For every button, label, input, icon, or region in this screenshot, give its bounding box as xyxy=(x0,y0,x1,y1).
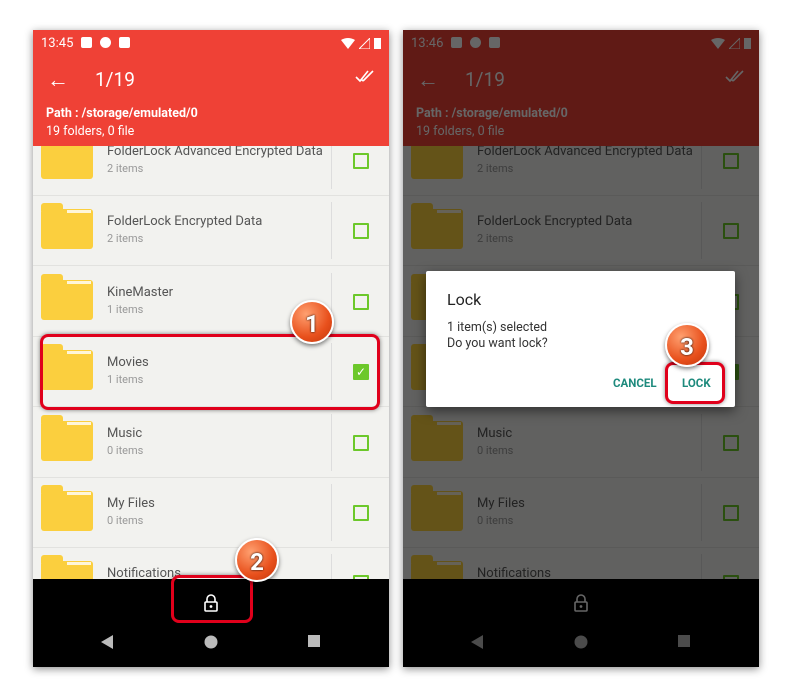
folder-icon xyxy=(41,203,93,250)
back-arrow-icon[interactable]: ← xyxy=(47,67,69,93)
folder-row[interactable]: FolderLock Advanced Encrypted Data 2 ite… xyxy=(33,146,389,196)
step-badge-1: 1 xyxy=(290,300,334,344)
nav-recents-icon[interactable] xyxy=(308,635,320,647)
folder-item-count: 2 items xyxy=(107,162,144,175)
path-text: Path : /storage/emulated/0 xyxy=(46,106,198,121)
toolbar: ← 1/19 xyxy=(33,56,389,102)
highlight-movies-row xyxy=(40,334,380,410)
checkbox[interactable] xyxy=(353,153,369,169)
folder-icon xyxy=(41,146,93,179)
selection-count: 1/19 xyxy=(95,68,135,91)
notification-icons xyxy=(81,37,130,48)
signal-icon xyxy=(359,37,370,49)
folder-row[interactable]: My Files 0 items xyxy=(33,478,389,548)
select-all-icon[interactable] xyxy=(355,68,377,87)
status-bar: 13:45 xyxy=(33,30,389,56)
nav-home-icon[interactable] xyxy=(204,635,218,649)
folder-name: Music xyxy=(107,425,143,441)
checkbox[interactable] xyxy=(353,293,369,310)
folder-name: FolderLock Advanced Encrypted Data xyxy=(107,146,323,159)
dialog-message: 1 item(s) selected Do you want lock? xyxy=(447,320,548,352)
folder-icon xyxy=(41,555,93,579)
folder-icon xyxy=(41,414,93,461)
step-badge-2: 2 xyxy=(235,538,279,582)
dialog-line-2: Do you want lock? xyxy=(447,336,548,351)
dialog-title: Lock xyxy=(447,290,482,309)
cancel-button[interactable]: CANCEL xyxy=(613,376,657,390)
folder-item-count: 0 items xyxy=(107,514,144,527)
highlight-lock-dialog-button xyxy=(665,362,725,404)
folder-row[interactable]: KineMaster 1 items xyxy=(33,267,389,337)
checkbox[interactable] xyxy=(353,434,369,451)
folder-name: My Files xyxy=(107,496,155,511)
folder-name: Notifications xyxy=(107,566,181,579)
folder-name: KineMaster xyxy=(107,284,174,300)
folder-item-count: 1 items xyxy=(107,302,144,316)
step-badge-3: 3 xyxy=(665,323,709,367)
status-time: 13:45 xyxy=(41,36,74,51)
battery-icon xyxy=(374,38,381,49)
folder-row[interactable]: FolderLock Encrypted Data 2 items xyxy=(33,196,389,267)
folder-name: FolderLock Encrypted Data xyxy=(107,214,263,230)
folder-item-count: 0 items xyxy=(107,443,144,457)
folder-item-count: 2 items xyxy=(107,232,144,246)
wifi-icon xyxy=(341,37,355,49)
folder-summary: 19 folders, 0 file xyxy=(46,124,135,139)
nav-back-icon[interactable] xyxy=(101,635,113,649)
dialog-line-1: 1 item(s) selected xyxy=(447,320,548,335)
folder-icon xyxy=(41,485,93,531)
folder-icon xyxy=(41,273,93,320)
highlight-lock-button xyxy=(171,575,253,623)
folder-row[interactable]: Music 0 items xyxy=(33,408,389,478)
checkbox[interactable] xyxy=(353,223,369,240)
checkbox[interactable] xyxy=(353,505,369,521)
path-bar: Path : /storage/emulated/0 19 folders, 0 … xyxy=(33,102,389,146)
system-icons xyxy=(341,37,381,49)
